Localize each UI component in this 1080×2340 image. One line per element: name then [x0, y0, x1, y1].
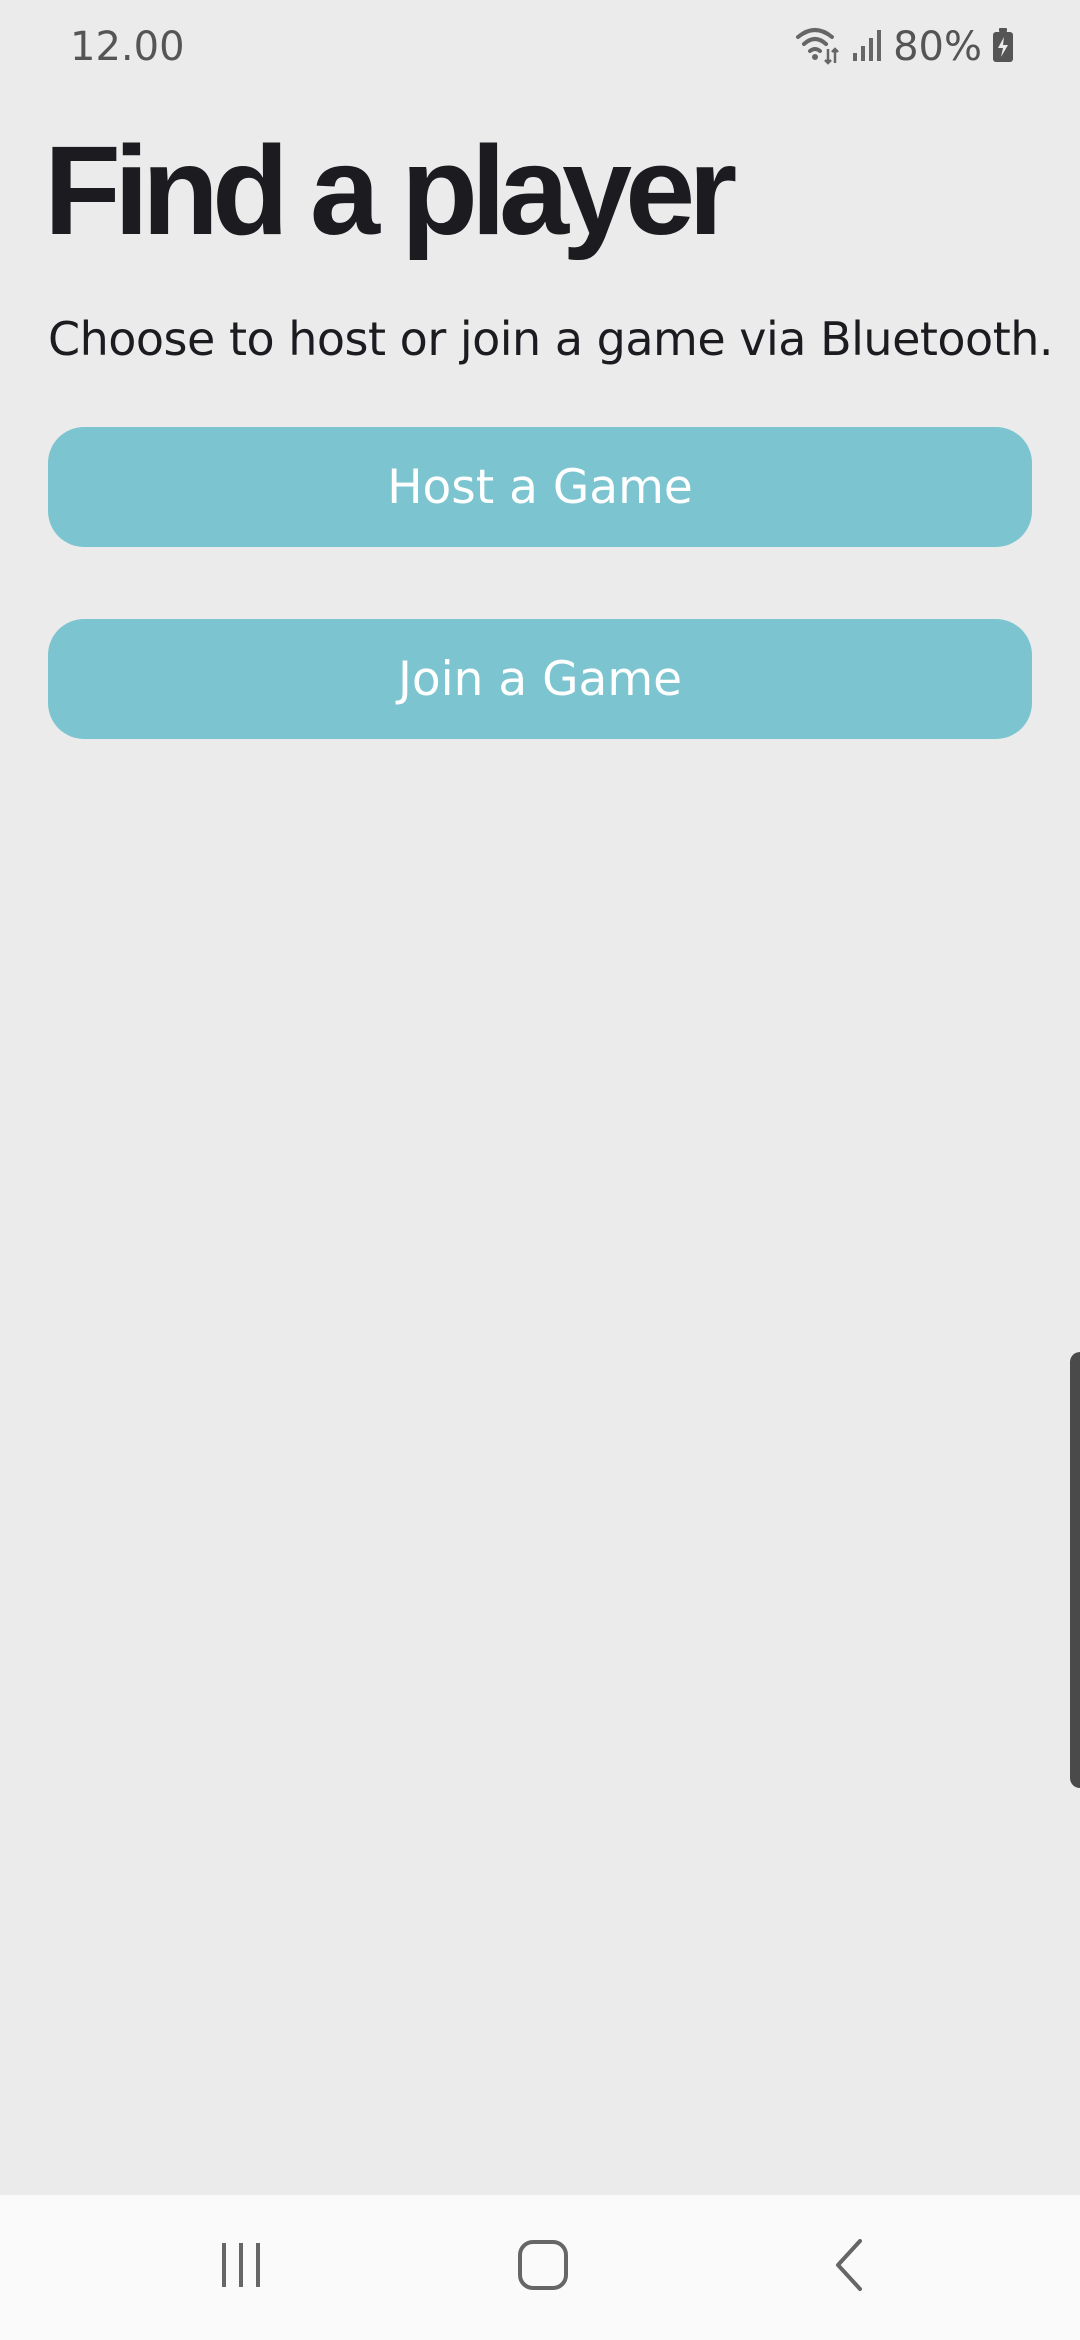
home-icon: [516, 2238, 570, 2297]
home-button[interactable]: [443, 2195, 643, 2340]
back-button[interactable]: [748, 2195, 948, 2340]
status-time: 12.00: [70, 24, 185, 70]
recents-icon: [216, 2240, 266, 2295]
battery-charging-icon: [992, 27, 1014, 68]
recents-button[interactable]: [141, 2195, 341, 2340]
edge-panel-handle[interactable]: [1070, 1352, 1080, 1788]
join-game-button[interactable]: Join a Game: [48, 619, 1032, 739]
wifi-icon: [795, 25, 841, 70]
battery-percent: 80%: [893, 24, 982, 70]
navigation-bar: [0, 2195, 1080, 2340]
signal-icon: [851, 27, 883, 68]
page-title: Find a player: [44, 120, 737, 261]
host-game-button[interactable]: Host a Game: [48, 427, 1032, 547]
page-subtitle: Choose to host or join a game via Blueto…: [48, 312, 1054, 366]
status-icons: 80%: [795, 22, 1014, 72]
screen: 12.00 80% Find a player Choose to host o…: [0, 0, 1080, 2340]
back-icon: [828, 2237, 868, 2298]
status-bar: 12.00 80%: [0, 0, 1080, 96]
